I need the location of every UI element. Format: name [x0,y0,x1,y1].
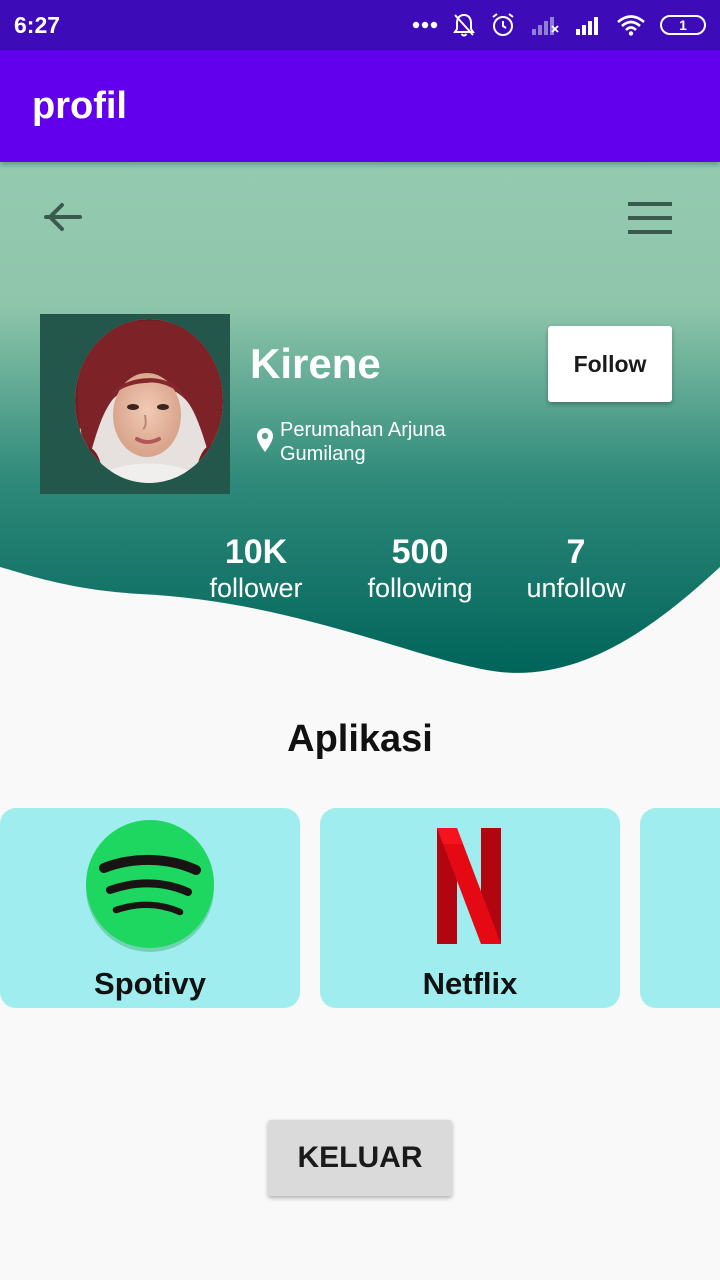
app-card-label: Netflix [422,966,518,1001]
section-title: Aplikasi [287,718,433,760]
stat-follower: 10K follower [200,532,312,604]
status-bar: 6:27 1 [0,0,720,50]
stat-label: following [367,573,473,603]
netflix-icon [437,828,501,944]
app-bar: profil [0,50,720,162]
profile-name: Kirene [250,340,381,387]
stat-following: 500 following [358,532,482,604]
back-button[interactable] [38,195,86,243]
app-card-netflix[interactable]: Netflix [320,808,620,1008]
app-title: profil [32,84,127,127]
menu-button[interactable] [624,196,676,240]
stat-value: 10K [224,533,288,571]
logout-button[interactable]: KELUAR [268,1120,452,1196]
spotify-icon [86,820,214,952]
avatar-frame [40,314,230,494]
status-icons: 1 [412,12,706,38]
status-time: 6:27 [14,11,61,38]
stat-unfollow: 7 unfollow [516,532,636,604]
app-card-label: Spotivy [94,966,206,1001]
wifi-icon [616,14,646,36]
arrow-back-icon [44,203,82,231]
stat-label: follower [209,573,303,603]
location-text: Perumahan Arjuna Gumilang [280,419,446,465]
app-card-partial[interactable] [640,808,720,1008]
signal-icon [574,14,602,36]
menu-icon [628,202,672,234]
stat-value: 500 [391,533,449,571]
avatar [75,319,223,483]
follow-button[interactable]: Follow [548,326,672,402]
location: Perumahan Arjuna Gumilang [256,418,480,466]
bell-off-icon [452,12,476,38]
location-pin-icon [257,428,273,452]
signal-off-icon [530,14,560,36]
app-card-spotify[interactable]: Spotivy [0,808,300,1008]
stat-label: unfollow [526,573,626,603]
alarm-icon [490,12,516,38]
more-icon [412,21,438,29]
battery-icon: 1 [660,15,706,35]
stat-value: 7 [566,533,586,571]
